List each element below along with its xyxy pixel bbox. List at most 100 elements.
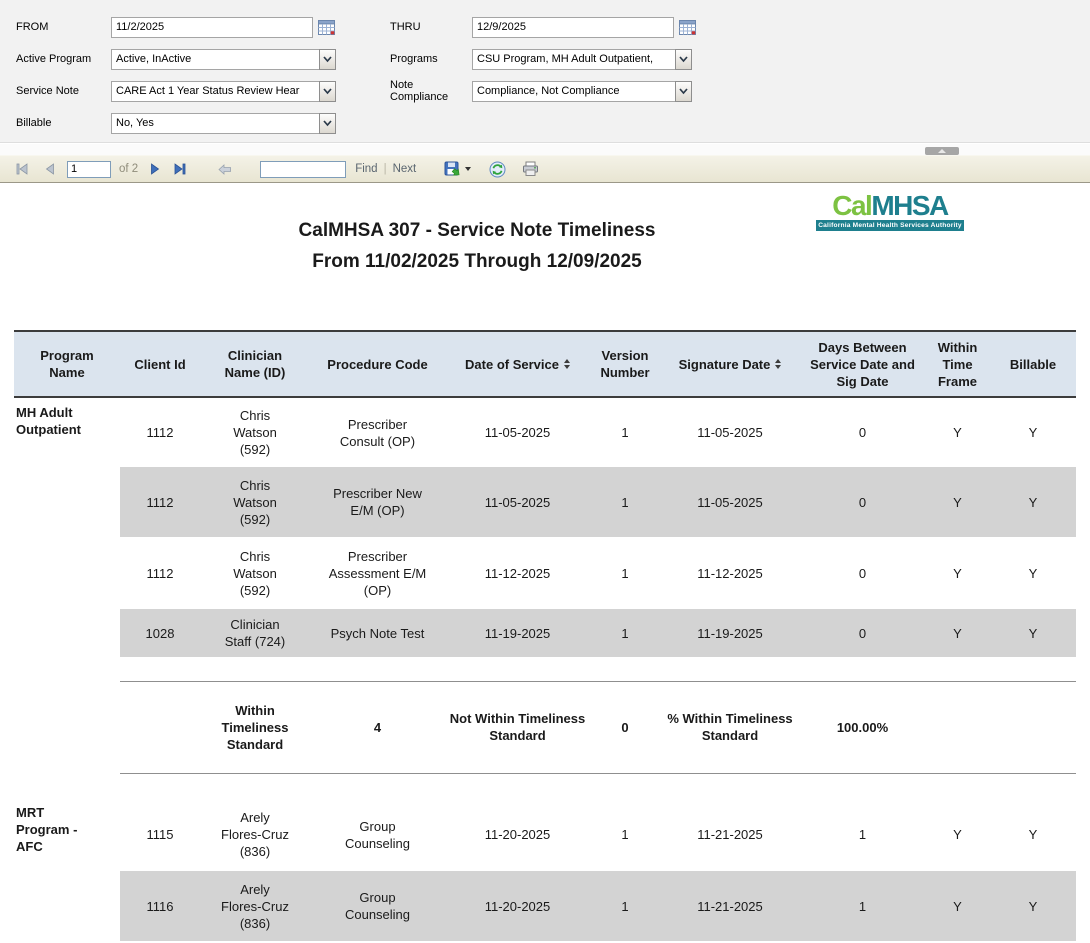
chevron-down-icon: [678, 86, 689, 96]
first-page-button[interactable]: [14, 161, 31, 177]
table-row: MRT Program - AFC 1115 Arely Flores-Cruz…: [14, 798, 1076, 871]
calmhsa-logo: CalMHSA California Mental Health Service…: [816, 192, 964, 231]
table-row: 1028 Clinician Staff (724) Psych Note Te…: [14, 609, 1076, 657]
table-header-row: Program Name Client Id Clinician Name (I…: [14, 331, 1076, 397]
printer-icon: [522, 161, 539, 177]
active-program-label: Active Program: [16, 53, 111, 65]
table-row: 1112 Chris Watson (592) Prescriber Asses…: [14, 537, 1076, 609]
table-row: MH Adult Outpatient 1112 Chris Watson (5…: [14, 397, 1076, 467]
report-title: CalMHSA 307 - Service Note Timeliness Fr…: [14, 215, 940, 277]
report-viewport: CalMHSA 307 - Service Note Timeliness Fr…: [0, 184, 1090, 943]
param-row-service-note: Service Note CARE Act 1 Year Status Revi…: [16, 80, 376, 102]
report-title-line2: From 11/02/2025 Through 12/09/2025: [14, 246, 940, 277]
note-compliance-label: Note Compliance: [390, 79, 472, 103]
param-row-active-program: Active Program Active, InActive: [16, 48, 376, 70]
current-page-input[interactable]: [67, 161, 111, 178]
service-note-select[interactable]: CARE Act 1 Year Status Review Hear: [111, 81, 336, 102]
programs-value: CSU Program, MH Adult Outpatient,: [472, 49, 675, 70]
note-compliance-select[interactable]: Compliance, Not Compliance: [472, 81, 692, 102]
param-row-note-compliance: Note Compliance Compliance, Not Complian…: [390, 80, 750, 102]
header-billable: Billable: [990, 331, 1076, 397]
last-page-icon: [173, 163, 186, 175]
next-page-icon: [150, 163, 160, 175]
header-date-of-service[interactable]: Date of Service: [445, 331, 590, 397]
header-procedure-code: Procedure Code: [310, 331, 445, 397]
not-within-standard-value: 0: [590, 681, 660, 773]
pct-within-standard-value: 100.00%: [800, 681, 925, 773]
header-version-number: Version Number: [590, 331, 660, 397]
within-standard-label: Within Timeliness Standard: [200, 681, 310, 773]
from-calendar-button[interactable]: [318, 19, 335, 36]
chevron-down-icon: [322, 118, 333, 128]
calendar-icon: [318, 19, 335, 36]
spacer-row: [14, 773, 1076, 798]
logo-tagline: California Mental Health Services Author…: [816, 220, 964, 231]
billable-dropdown-button[interactable]: [319, 113, 336, 134]
report-toolbar: of 2 Find | Next: [0, 155, 1090, 183]
collapse-parameters-handle[interactable]: [925, 147, 959, 155]
programs-select[interactable]: CSU Program, MH Adult Outpatient,: [472, 49, 692, 70]
header-signature-date[interactable]: Signature Date: [660, 331, 800, 397]
within-standard-value: 4: [310, 681, 445, 773]
programs-dropdown-button[interactable]: [675, 49, 692, 70]
export-dropdown-caret-icon: [465, 167, 471, 171]
header-clinician-name: Clinician Name (ID): [200, 331, 310, 397]
group-summary-row: Within Timeliness Standard 4 Not Within …: [14, 681, 1076, 773]
first-page-icon: [16, 163, 29, 175]
find-next-button[interactable]: Next: [393, 163, 417, 175]
active-program-value: Active, InActive: [111, 49, 319, 70]
service-note-dropdown-button[interactable]: [319, 81, 336, 102]
header-days-between: Days Between Service Date and Sig Date: [800, 331, 925, 397]
service-note-timeliness-table: Program Name Client Id Clinician Name (I…: [14, 330, 1076, 941]
last-page-button[interactable]: [171, 161, 188, 177]
page-count-label: of 2: [119, 163, 138, 175]
export-save-icon: [444, 161, 461, 178]
note-compliance-dropdown-button[interactable]: [675, 81, 692, 102]
chevron-down-icon: [322, 54, 333, 64]
table-row: 1112 Chris Watson (592) Prescriber New E…: [14, 467, 1076, 537]
calendar-icon: [679, 19, 696, 36]
find-next-separator: |: [384, 163, 387, 175]
param-row-thru: THRU: [390, 16, 750, 38]
thru-date-input[interactable]: [472, 17, 674, 38]
note-compliance-value: Compliance, Not Compliance: [472, 81, 675, 102]
active-program-dropdown-button[interactable]: [319, 49, 336, 70]
export-button[interactable]: [442, 159, 473, 180]
param-row-from: FROM: [16, 16, 376, 38]
param-row-billable: Billable No, Yes: [16, 112, 376, 134]
sort-icon[interactable]: [564, 359, 570, 369]
programs-label: Programs: [390, 53, 472, 65]
thru-calendar-button[interactable]: [679, 19, 696, 36]
report-title-line1: CalMHSA 307 - Service Note Timeliness: [14, 215, 940, 246]
from-date-input[interactable]: [111, 17, 313, 38]
refresh-icon: [489, 161, 506, 178]
billable-select[interactable]: No, Yes: [111, 113, 336, 134]
chevron-down-icon: [678, 54, 689, 64]
header-within-time-frame: Within Time Frame: [925, 331, 990, 397]
print-button[interactable]: [520, 159, 541, 179]
active-program-select[interactable]: Active, InActive: [111, 49, 336, 70]
from-label: FROM: [16, 21, 111, 33]
next-page-button[interactable]: [148, 161, 162, 177]
spacer-row: [14, 657, 1076, 681]
parameters-panel: FROM THRU Active Program Active, InAc: [0, 0, 1090, 143]
find-button[interactable]: Find: [355, 163, 377, 175]
service-note-label: Service Note: [16, 85, 111, 97]
logo-text-cal: Cal: [832, 190, 871, 221]
previous-page-button[interactable]: [43, 161, 57, 177]
find-text-input[interactable]: [260, 161, 346, 178]
back-arrow-icon: [218, 164, 232, 175]
chevron-down-icon: [322, 86, 333, 96]
previous-page-icon: [45, 163, 55, 175]
billable-value: No, Yes: [111, 113, 319, 134]
service-note-value: CARE Act 1 Year Status Review Hear: [111, 81, 319, 102]
table-row: 1116 Arely Flores-Cruz (836) Group Couns…: [14, 871, 1076, 941]
logo-text-mhsa: MHSA: [871, 190, 947, 221]
not-within-standard-label: Not Within Timeliness Standard: [445, 681, 590, 773]
sort-icon[interactable]: [775, 359, 781, 369]
pct-within-standard-label: % Within Timeliness Standard: [660, 681, 800, 773]
collapse-up-icon: [938, 149, 946, 153]
back-to-parent-button[interactable]: [216, 162, 234, 177]
billable-label: Billable: [16, 117, 111, 129]
refresh-button[interactable]: [487, 159, 508, 180]
